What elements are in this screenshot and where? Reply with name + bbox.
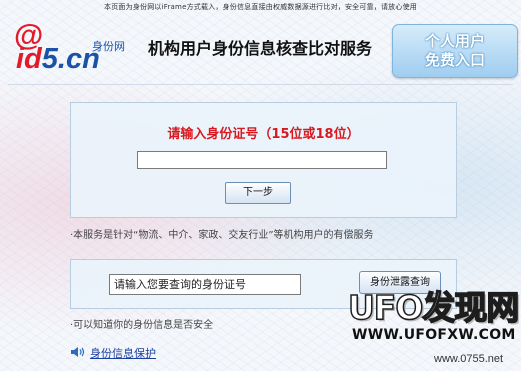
id-number-prompt: 请输入身份证号（15位或18位） bbox=[167, 127, 360, 142]
personal-free-entry-button[interactable]: 个人用户 免费入口 bbox=[392, 24, 518, 78]
header-divider bbox=[8, 84, 513, 85]
identity-protection-link[interactable]: 身份信息保护 bbox=[90, 345, 156, 361]
leak-query-input[interactable]: 请输入您要查询的身份证号 bbox=[109, 274, 301, 295]
watermark-brand: UFO发现网 bbox=[347, 288, 520, 327]
iframe-notice: 本页面为身份网以iFrame方式载入，身份信息直接由权威数据源进行比对，安全可靠… bbox=[104, 3, 417, 11]
id-verify-panel: 请输入身份证号（15位或18位） 下一步 bbox=[70, 102, 457, 218]
personal-entry-line2: 免费入口 bbox=[424, 51, 485, 69]
next-step-button[interactable]: 下一步 bbox=[225, 182, 291, 204]
watermark-url: WWW.UFOFXW.COM bbox=[352, 327, 516, 343]
leak-note: ·可以知道你的身份信息是否安全 bbox=[70, 320, 214, 331]
page-title: 机构用户身份信息核查比对服务 bbox=[148, 39, 373, 58]
logo-wordmark-id: id bbox=[16, 43, 42, 75]
logo-wordmark: id5.cn bbox=[16, 43, 100, 75]
service-note: ·本服务是针对“物流、中介、家政、交友行业”等机构用户的有偿服务 bbox=[70, 230, 374, 241]
personal-entry-line1: 个人用户 bbox=[424, 32, 485, 50]
logo-subtitle: 身份网 bbox=[92, 40, 125, 53]
site-logo[interactable]: @ id5.cn 身份网 bbox=[10, 17, 128, 77]
id-number-input[interactable] bbox=[137, 151, 387, 169]
speaker-icon bbox=[71, 347, 85, 357]
watermark-small-url: www.0755.net bbox=[434, 353, 504, 365]
